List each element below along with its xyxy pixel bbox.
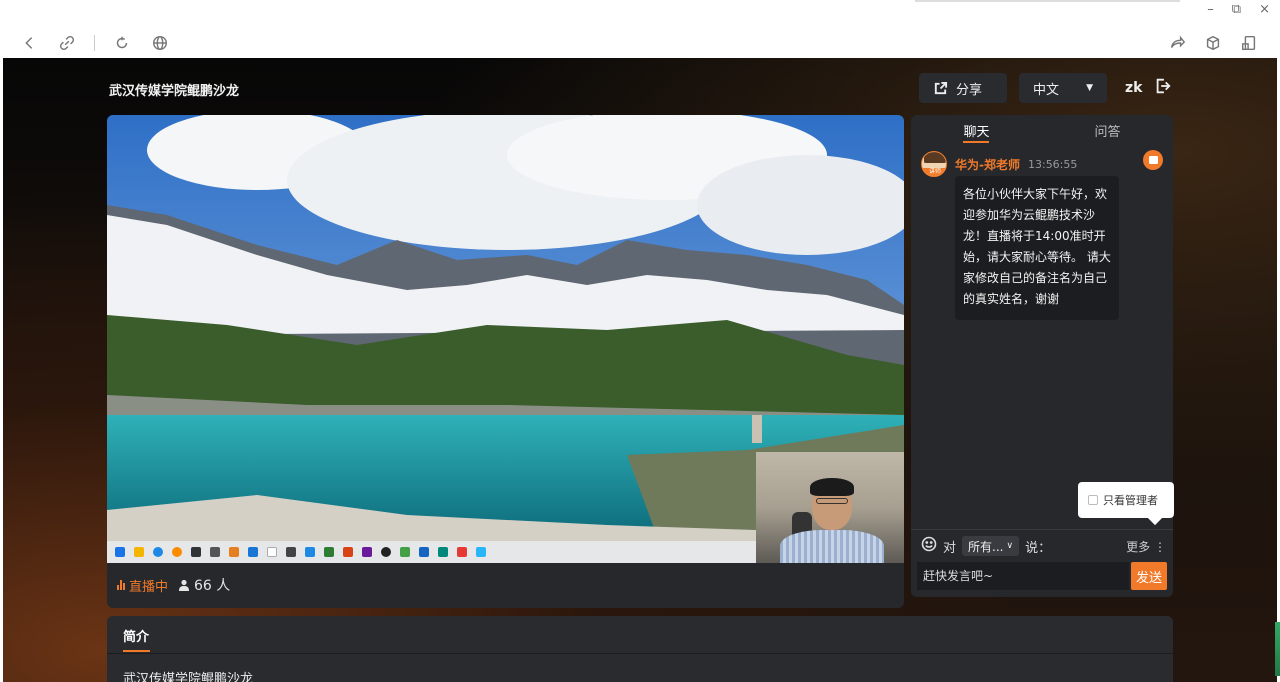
refresh-icon[interactable] bbox=[111, 32, 133, 54]
taskbar-icon bbox=[153, 547, 163, 557]
admin-filter-popup[interactable]: 只看管理者 bbox=[1078, 482, 1174, 518]
share-button[interactable]: 分享 bbox=[919, 73, 1007, 103]
admin-only-label: 只看管理者 bbox=[1103, 494, 1158, 507]
video-screen[interactable] bbox=[107, 115, 904, 563]
taskbar-icon bbox=[248, 547, 258, 557]
taskbar-icon bbox=[457, 547, 467, 557]
gift-icon[interactable] bbox=[1143, 150, 1163, 170]
tab-qa[interactable]: 问答 bbox=[1042, 121, 1173, 143]
message-bubble: 各位小伙伴大家下午好，欢迎参加华为云鲲鹏技术沙龙！直播将于14:00准时开始，请… bbox=[955, 176, 1119, 320]
taskbar-icon bbox=[286, 547, 296, 557]
sender-name[interactable]: 华为-郑老师 bbox=[955, 156, 1020, 173]
intro-section: 简介 武汉传媒学院鲲鹏沙龙 bbox=[107, 616, 1173, 682]
tab-chat[interactable]: 聊天 bbox=[911, 121, 1042, 143]
username: zk bbox=[1125, 80, 1143, 96]
intro-header: 简介 bbox=[107, 616, 1173, 654]
presenter-hair bbox=[810, 478, 854, 496]
avatar-hair bbox=[924, 152, 946, 163]
more-label: 更多 bbox=[1126, 539, 1151, 554]
nav-left bbox=[18, 32, 171, 54]
live-label: 直播中 bbox=[129, 579, 169, 595]
taskbar-icon bbox=[438, 547, 448, 557]
minimize-button[interactable]: – bbox=[1207, 2, 1214, 17]
avatar[interactable]: 讲师 bbox=[921, 151, 947, 177]
taskbar-icon bbox=[191, 547, 201, 557]
presenter-shirt bbox=[780, 530, 884, 563]
chat-tabs: 聊天 问答 bbox=[911, 121, 1173, 143]
start-icon bbox=[115, 547, 125, 557]
taskbar-icon bbox=[400, 547, 410, 557]
share-arrow-icon[interactable] bbox=[1166, 32, 1188, 54]
chat-divider bbox=[911, 529, 1173, 530]
message-time: 13:56:55 bbox=[1027, 157, 1078, 171]
logout-icon[interactable] bbox=[1154, 77, 1172, 99]
link-icon[interactable] bbox=[56, 32, 78, 54]
live-indicator: 直播中 bbox=[117, 576, 168, 595]
send-button[interactable]: 发送 bbox=[1131, 562, 1167, 590]
message-header: 讲师 华为-郑老师 13:56:55 bbox=[921, 151, 1077, 177]
user-icon bbox=[179, 579, 190, 591]
globe-icon[interactable] bbox=[149, 32, 171, 54]
live-bars-icon bbox=[117, 580, 125, 590]
target-select-value: 所有... bbox=[968, 539, 1004, 554]
restore-button[interactable]: ⧉ bbox=[1232, 2, 1241, 17]
to-label: 对 bbox=[943, 540, 957, 556]
share-label: 分享 bbox=[956, 82, 983, 98]
taskbar-icon bbox=[343, 547, 353, 557]
viewer-count: 66 人 bbox=[178, 575, 230, 595]
app-container: 武汉传媒学院鲲鹏沙龙 分享 中文 ▼ zk 直播中 66 人 聊天 问答 讲师 … bbox=[3, 58, 1277, 682]
live-status: 直播中 66 人 bbox=[117, 575, 230, 595]
tab-intro[interactable]: 简介 bbox=[123, 626, 151, 652]
chat-options: 对 所有... ∨ 说： 更多 ⋮ bbox=[921, 536, 1166, 556]
more-dots-icon: ⋮ bbox=[1154, 539, 1166, 554]
taskbar-icon bbox=[229, 547, 239, 557]
viewer-count-label: 66 人 bbox=[194, 578, 231, 594]
chat-input[interactable] bbox=[917, 562, 1129, 590]
taskbar-icon bbox=[134, 547, 144, 557]
admin-only-checkbox[interactable] bbox=[1088, 495, 1098, 505]
language-label: 中文 bbox=[1033, 82, 1060, 98]
intro-text: 武汉传媒学院鲲鹏沙龙 bbox=[123, 672, 254, 682]
language-select[interactable]: 中文 ▼ bbox=[1019, 73, 1107, 103]
external-share-icon bbox=[934, 81, 948, 94]
close-button[interactable]: × bbox=[1259, 2, 1270, 17]
cube-icon[interactable] bbox=[1202, 32, 1224, 54]
edge-scroll-handle[interactable] bbox=[1275, 622, 1280, 676]
taskbar-icon bbox=[381, 547, 391, 557]
taskbar-icon bbox=[172, 547, 182, 557]
caret-down-icon: ▼ bbox=[1086, 83, 1093, 93]
nav-right bbox=[1166, 32, 1260, 54]
emoji-icon[interactable] bbox=[921, 536, 937, 556]
taskbar-icon bbox=[305, 547, 315, 557]
taskbar-icon bbox=[362, 547, 372, 557]
presenter-glasses bbox=[816, 498, 848, 504]
taskbar-icon bbox=[267, 547, 277, 557]
taskbar-icon bbox=[210, 547, 220, 557]
topbar: 分享 中文 ▼ zk bbox=[919, 73, 1172, 103]
page-title: 武汉传媒学院鲲鹏沙龙 bbox=[109, 84, 240, 99]
mini-window-icon[interactable] bbox=[1238, 32, 1260, 54]
address-strip bbox=[915, 0, 1180, 2]
say-label: 说： bbox=[1025, 540, 1052, 556]
chat-panel: 聊天 问答 讲师 华为-郑老师 13:56:55 各位小伙伴大家下午好，欢迎参加… bbox=[911, 115, 1174, 597]
more-button[interactable]: 更多 ⋮ bbox=[1126, 538, 1166, 555]
browser-chrome: – ⧉ × bbox=[0, 0, 1280, 58]
window-controls: – ⧉ × bbox=[1207, 2, 1270, 17]
nav-separator bbox=[94, 35, 95, 51]
taskbar-icon bbox=[419, 547, 429, 557]
chevron-down-icon: ∨ bbox=[1006, 541, 1014, 551]
video-player[interactable]: 直播中 66 人 bbox=[107, 115, 904, 608]
back-icon[interactable] bbox=[18, 32, 40, 54]
role-tag: 讲师 bbox=[922, 168, 946, 176]
target-select[interactable]: 所有... ∨ bbox=[962, 536, 1020, 556]
taskbar-icon bbox=[476, 547, 486, 557]
taskbar-icon bbox=[324, 547, 334, 557]
presenter-camera[interactable] bbox=[756, 452, 904, 563]
